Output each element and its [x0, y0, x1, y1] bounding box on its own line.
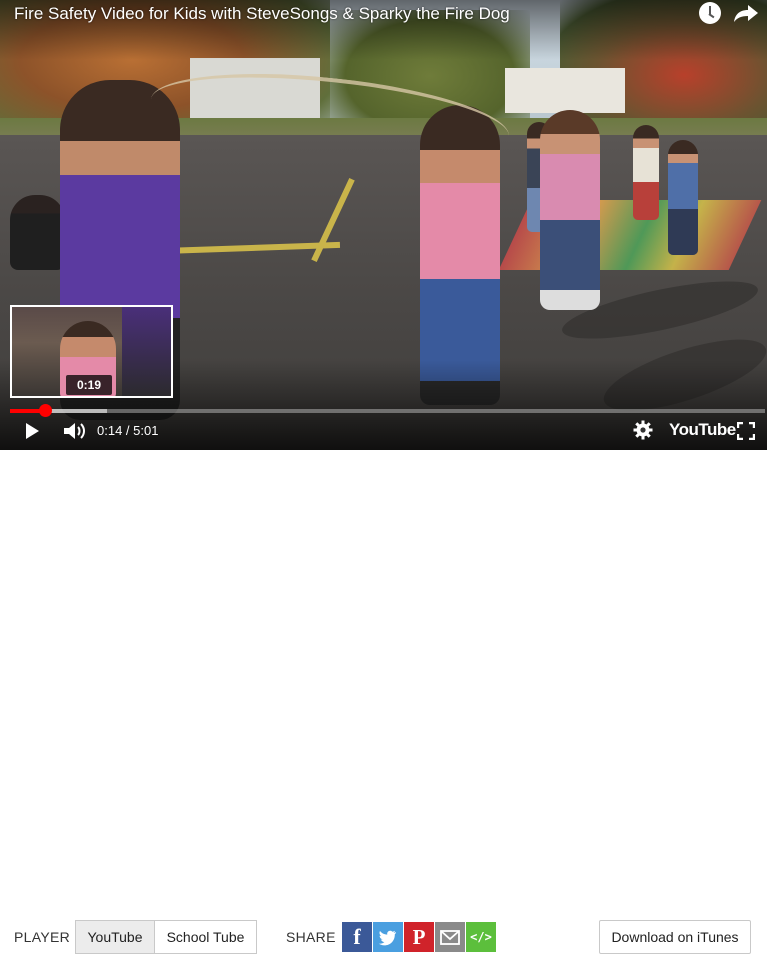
email-icon[interactable]: [435, 922, 465, 952]
play-icon[interactable]: [26, 423, 39, 439]
fullscreen-icon[interactable]: [737, 422, 755, 440]
envelope-icon: [440, 930, 460, 945]
scene-house: [505, 68, 625, 113]
player-toolbar: PLAYER YouTube School Tube SHARE f P </>…: [0, 450, 767, 954]
progress-scrubber[interactable]: [38, 404, 52, 417]
twitter-bird-icon: [378, 930, 396, 946]
share-label: SHARE: [286, 929, 336, 945]
share-arrow-icon[interactable]: [733, 2, 759, 24]
volume-icon[interactable]: [62, 420, 86, 442]
gear-icon[interactable]: [633, 420, 653, 440]
player-option-schooltube[interactable]: School Tube: [154, 920, 257, 954]
facebook-glyph: f: [353, 924, 361, 949]
embed-code-icon[interactable]: </>: [466, 922, 496, 952]
clock-icon[interactable]: [699, 2, 721, 24]
facebook-icon[interactable]: f: [342, 922, 372, 952]
scene-child: [10, 195, 65, 270]
twitter-icon[interactable]: [373, 922, 403, 952]
video-player[interactable]: Fire Safety Video for Kids with SteveSon…: [0, 0, 767, 450]
player-label: PLAYER: [14, 929, 71, 945]
pinterest-icon[interactable]: P: [404, 922, 434, 952]
preview-figure: [122, 307, 171, 396]
video-title[interactable]: Fire Safety Video for Kids with SteveSon…: [14, 4, 510, 24]
youtube-logo[interactable]: YouTube: [669, 420, 736, 440]
scene-child: [633, 125, 659, 220]
player-option-youtube[interactable]: YouTube: [75, 920, 155, 954]
preview-timestamp: 0:19: [66, 375, 112, 395]
scene-child: [668, 140, 698, 255]
pinterest-glyph: P: [412, 925, 426, 949]
embed-glyph: </>: [470, 930, 492, 944]
time-display: 0:14 / 5:01: [97, 423, 159, 438]
scene-child: [540, 110, 600, 310]
download-itunes-button[interactable]: Download on iTunes: [599, 920, 751, 954]
progress-bar[interactable]: [10, 409, 765, 413]
